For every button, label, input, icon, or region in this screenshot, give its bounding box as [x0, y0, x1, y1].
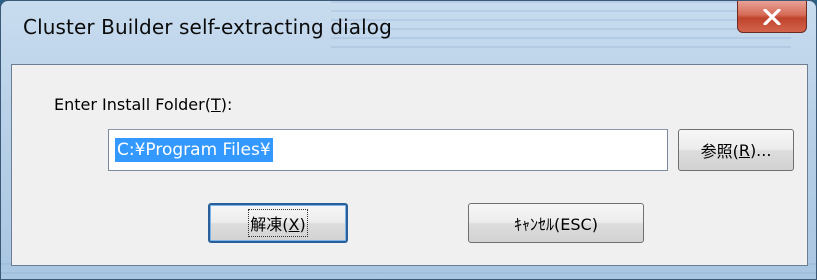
window-title: Cluster Builder self-extracting dialog	[23, 15, 392, 39]
install-folder-label: Enter Install Folder(T):	[54, 95, 232, 114]
browse-button-accelerator: R	[738, 140, 750, 160]
close-button[interactable]	[737, 1, 807, 33]
extract-button-prefix: 解凍(	[250, 215, 289, 234]
install-folder-field[interactable]: C:¥Program Files¥	[108, 129, 668, 171]
browse-button-suffix: )...	[749, 140, 772, 160]
install-folder-label-accelerator: T	[210, 95, 221, 114]
browse-button-prefix: 参照(	[700, 142, 739, 161]
extract-button-accelerator: X	[288, 215, 300, 234]
install-folder-input[interactable]	[110, 131, 666, 169]
cancel-button-label: ｷｬﾝｾﾙ(ESC)	[514, 215, 598, 234]
cancel-button[interactable]: ｷｬﾝｾﾙ(ESC)	[468, 203, 644, 243]
install-folder-label-suffix: ):	[220, 95, 233, 114]
close-icon	[763, 8, 781, 25]
dialog-client-area: Enter Install Folder(T): C:¥Program File…	[11, 64, 808, 266]
install-folder-label-prefix: Enter Install Folder(	[54, 95, 211, 114]
dialog-window: Cluster Builder self-extracting dialog E…	[0, 0, 817, 280]
title-bar-glass-background	[331, 1, 791, 51]
browse-button[interactable]: 参照(R)...	[678, 129, 794, 171]
extract-button[interactable]: 解凍(X)	[208, 203, 348, 243]
extract-button-suffix: )	[299, 215, 306, 234]
extract-button-label: 解凍(X)	[248, 209, 308, 237]
